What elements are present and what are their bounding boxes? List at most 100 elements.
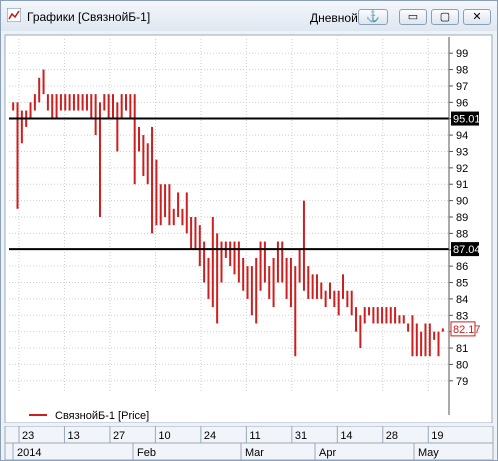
- price-bar: [207, 257, 210, 299]
- price-chart[interactable]: 9998979695949392919089888786858483828180…: [1, 31, 497, 423]
- price-bar: [194, 217, 197, 250]
- y-tick-label: 84: [456, 294, 468, 306]
- price-bar: [55, 94, 58, 119]
- price-bar: [164, 184, 167, 217]
- price-bar: [307, 266, 310, 299]
- price-bar: [294, 266, 297, 357]
- price-bar: [311, 274, 314, 299]
- price-bar: [233, 241, 236, 275]
- price-bar: [246, 266, 249, 299]
- price-bar: [389, 307, 392, 324]
- close-icon: ✕: [472, 11, 482, 23]
- y-tick-label: 81: [456, 343, 468, 355]
- close-button[interactable]: ✕: [463, 9, 491, 25]
- x-day-label: 10: [158, 430, 170, 442]
- price-bar: [77, 94, 80, 111]
- y-tick-label: 98: [456, 65, 468, 77]
- chart-window: Графики [СвязнойБ-1] Дневной ⚓ ▭ ▢ ✕ 99 9…: [0, 0, 498, 461]
- price-bar: [363, 307, 366, 324]
- y-tick-label: 85: [456, 278, 468, 290]
- price-bar: [190, 217, 193, 250]
- price-bar: [411, 315, 414, 357]
- price-bar: [381, 307, 384, 324]
- title-bar[interactable]: Графики [СвязнойБ-1] Дневной ⚓ ▭ ▢ ✕: [1, 1, 497, 31]
- price-bar: [272, 257, 275, 308]
- x-day-label: 11: [249, 430, 260, 442]
- price-bar: [142, 135, 145, 177]
- lower-line-label: 87.04: [453, 244, 481, 256]
- price-bar: [146, 143, 149, 185]
- price-bar: [328, 282, 331, 299]
- anchor-button[interactable]: ⚓: [358, 9, 388, 25]
- y-tick-label: 80: [456, 359, 468, 371]
- price-bar: [250, 266, 253, 316]
- price-bar: [33, 94, 36, 111]
- x-day-label: 19: [431, 430, 443, 442]
- price-bar: [94, 94, 97, 136]
- price-bar: [402, 315, 405, 324]
- price-bar: [216, 233, 219, 324]
- price-bar: [398, 315, 401, 324]
- y-tick-label: 88: [456, 228, 468, 240]
- y-tick-label: 97: [456, 81, 468, 93]
- price-bar: [177, 192, 180, 217]
- price-bar: [229, 241, 232, 267]
- price-bar: [428, 323, 431, 357]
- price-bar: [359, 315, 362, 349]
- price-bar: [302, 200, 305, 291]
- last-price-label: 82.17: [453, 324, 481, 336]
- price-bar: [103, 94, 106, 111]
- price-bar: [185, 192, 188, 234]
- price-bar: [107, 94, 110, 119]
- price-bar: [394, 307, 397, 324]
- price-bar: [237, 241, 240, 283]
- y-tick-label: 86: [456, 261, 468, 273]
- price-bar: [81, 94, 84, 111]
- x-day-label: 13: [67, 430, 79, 442]
- upper-line-label: 95.01: [453, 114, 481, 126]
- legend-label: СвязнойБ-1 [Price]: [55, 410, 149, 422]
- price-bar: [350, 290, 353, 316]
- y-tick-label: 91: [456, 179, 468, 191]
- y-tick-label: 92: [456, 163, 468, 175]
- x-month-label: Mar: [245, 447, 264, 459]
- chart-app-icon: [7, 8, 21, 22]
- x-day-label: 23: [22, 430, 34, 442]
- price-bar: [51, 94, 54, 119]
- price-bar: [85, 94, 88, 111]
- price-bar: [320, 282, 323, 299]
- price-bar: [46, 94, 49, 111]
- price-bar: [415, 323, 418, 357]
- minimize-icon: ▭: [407, 11, 419, 23]
- price-bar: [172, 208, 175, 226]
- y-tick-label: 90: [456, 196, 468, 208]
- x-day-label: 28: [386, 430, 398, 442]
- x-day-label: 31: [295, 430, 307, 442]
- price-bar: [12, 102, 15, 111]
- price-bar: [151, 126, 154, 234]
- period-selector[interactable]: Дневной: [310, 11, 358, 25]
- price-bar: [255, 257, 258, 324]
- price-bar: [20, 110, 23, 144]
- price-bar: [333, 290, 336, 308]
- price-bar: [285, 257, 288, 299]
- price-bar: [368, 307, 371, 316]
- minimize-button[interactable]: ▭: [399, 9, 427, 25]
- price-bar: [72, 94, 75, 111]
- price-bar: [385, 307, 388, 324]
- price-bar: [120, 94, 123, 119]
- price-bar: [433, 331, 436, 340]
- price-bar: [64, 94, 67, 111]
- x-axis[interactable]: 23 13 27 10 24 11 31 14 28 19 2014 Feb Mar Apr May: [1, 426, 497, 460]
- price-bar: [211, 217, 214, 308]
- price-bar: [168, 184, 171, 226]
- price-bar: [159, 184, 162, 226]
- maximize-button[interactable]: ▢: [431, 9, 459, 25]
- price-bar: [90, 94, 93, 119]
- y-tick-label: 93: [456, 146, 468, 158]
- y-tick-label: 96: [456, 97, 468, 109]
- price-bar: [42, 69, 45, 95]
- price-bar: [181, 208, 184, 226]
- y-tick-label: 83: [456, 310, 468, 322]
- price-bar: [342, 274, 345, 299]
